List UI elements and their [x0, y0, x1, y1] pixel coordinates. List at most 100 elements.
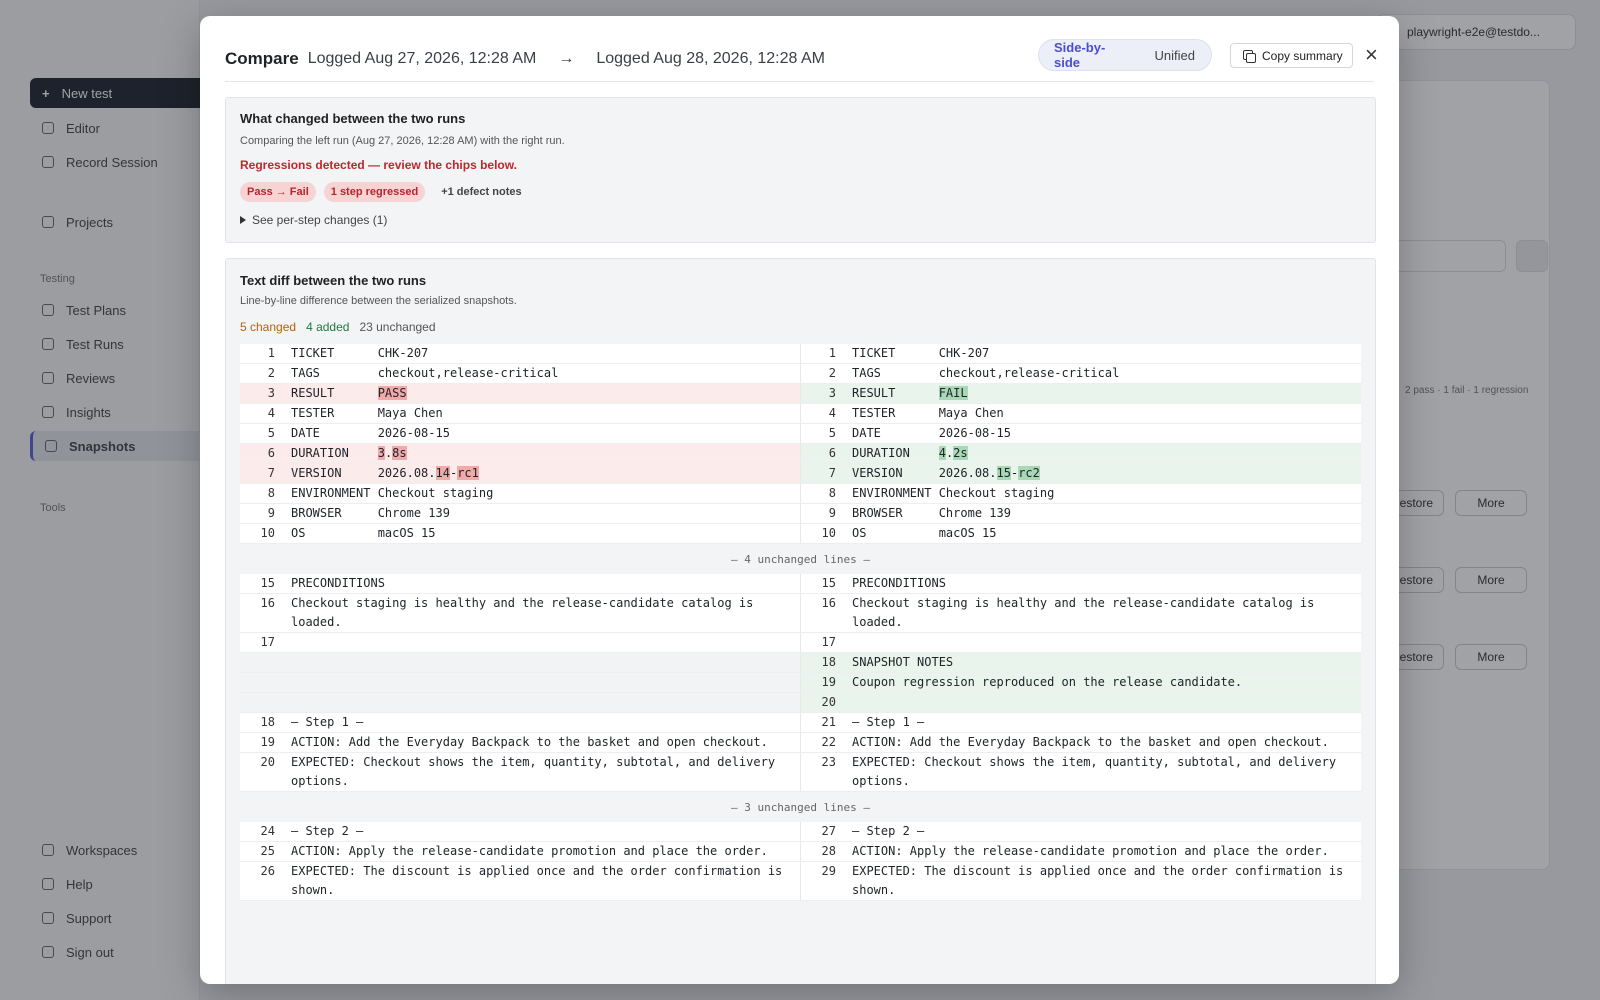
line-text: TICKET CHK-207	[852, 346, 990, 360]
left-diff-cell: 17	[240, 633, 800, 652]
line-text: — Step 1 —	[291, 715, 364, 729]
line-number: 27	[821, 824, 836, 838]
line-number: 3	[828, 386, 836, 400]
line-number: 8	[828, 486, 836, 500]
line-text: Coupon regression reproduced on the rele…	[852, 675, 1243, 689]
line-number: 19	[260, 735, 275, 749]
copy-summary-button[interactable]: Copy summary	[1230, 43, 1353, 68]
diff-row: 20	[240, 693, 1361, 713]
per-step-changes-toggle[interactable]: See per-step changes (1)	[240, 213, 1361, 227]
removed-token: 14	[435, 466, 450, 480]
line-number: 16	[821, 596, 836, 610]
line-number: 10	[260, 526, 275, 540]
line-text: — Step 2 —	[291, 824, 364, 838]
line-text: ACTION: Add the Everyday Backpack to the…	[291, 735, 768, 749]
collapsed-unchanged-lines[interactable]: — 3 unchanged lines —	[240, 792, 1361, 822]
diff-row: 15 PRECONDITIONS 15 PRECONDITIONS	[240, 574, 1361, 594]
right-diff-cell: 18 SNAPSHOT NOTES	[800, 653, 1361, 672]
diff-row: 4 TESTER Maya Chen 4 TESTER Maya Chen	[240, 404, 1361, 424]
line-number: 21	[821, 715, 836, 729]
diff-row: 18 SNAPSHOT NOTES	[240, 653, 1361, 673]
diff-subtitle: Line-by-line difference between the seri…	[240, 295, 517, 307]
line-number: 9	[828, 506, 836, 520]
right-diff-cell: 6 DURATION 4.2s	[800, 444, 1361, 463]
left-diff-cell: 18 — Step 1 —	[240, 713, 800, 732]
right-diff-cell: 29 EXPECTED: The discount is applied once…	[800, 862, 1361, 900]
right-diff-cell: 27 — Step 2 —	[800, 822, 1361, 841]
line-number: 25	[260, 844, 275, 858]
removed-token: 8s	[392, 446, 407, 460]
left-diff-cell: 24 — Step 2 —	[240, 822, 800, 841]
diff-row: 19 ACTION: Add the Everyday Backpack to t…	[240, 733, 1361, 753]
added-token: 4	[938, 446, 946, 460]
line-number: 7	[828, 466, 836, 480]
line-text: TAGS checkout,release-critical	[291, 366, 559, 380]
view-mode-toggle: Side-by-side Unified	[1038, 39, 1212, 71]
unified-option[interactable]: Unified	[1139, 48, 1211, 63]
line-text: OS macOS 15	[291, 526, 436, 540]
right-diff-cell: 17	[800, 633, 1361, 652]
diff-row: 20 EXPECTED: Checkout shows the item, qua…	[240, 753, 1361, 792]
line-text: — Step 2 —	[852, 824, 925, 838]
collapsed-unchanged-lines[interactable]: — 4 unchanged lines —	[240, 544, 1361, 574]
line-text: ENVIRONMENT Checkout staging	[852, 486, 1055, 500]
diff-hunk: 15 PRECONDITIONS 15 PRECONDITIONS 16 Checkout…	[240, 574, 1361, 792]
diff-stats: 5 changed 4 added 23 unchanged	[240, 320, 436, 334]
diff-row: 6 DURATION 3.8s 6 DURATION 4.2s	[240, 444, 1361, 464]
line-text: PRECONDITIONS	[852, 576, 946, 590]
side-by-side-option[interactable]: Side-by-side	[1039, 40, 1139, 70]
left-diff-cell	[240, 673, 800, 692]
defect-notes-chip: +1 defect notes	[441, 186, 522, 198]
diff-row: 5 DATE 2026-08-15 5 DATE 2026-08-15	[240, 424, 1361, 444]
right-diff-cell: 20	[800, 693, 1361, 712]
line-number: 29	[821, 864, 836, 878]
line-number: 2	[267, 366, 275, 380]
line-text: Checkout staging is healthy and the rele…	[852, 596, 1315, 629]
status-chip: Pass → Fail	[240, 182, 316, 202]
change-summary-panel: What changed between the two runs Compar…	[225, 97, 1376, 243]
left-diff-cell	[240, 653, 800, 672]
line-number: 22	[821, 735, 836, 749]
left-diff-cell: 4 TESTER Maya Chen	[240, 404, 800, 423]
regression-warning: Regressions detected — review the chips …	[240, 158, 517, 172]
diff-row: 26 EXPECTED: The discount is applied once…	[240, 862, 1361, 901]
line-number: 5	[267, 426, 275, 440]
line-number: 1	[828, 346, 836, 360]
right-diff-cell: 10 OS macOS 15	[800, 524, 1361, 543]
line-number: 4	[267, 406, 275, 420]
diff-row: 16 Checkout staging is healthy and the re…	[240, 594, 1361, 633]
line-text: RESULT PASS	[291, 386, 407, 400]
added-token: 2s	[953, 446, 968, 460]
diff-row: 19 Coupon regression reproduced on the re…	[240, 673, 1361, 693]
unchanged-count: 23 unchanged	[359, 320, 436, 334]
line-number: 18	[821, 655, 836, 669]
right-diff-cell: 7 VERSION 2026.08.15-rc2	[800, 464, 1361, 483]
line-number: 23	[821, 755, 836, 769]
diff-row: 2 TAGS checkout,release-critical 2 TAGS che…	[240, 364, 1361, 384]
copy-icon	[1243, 49, 1256, 63]
left-diff-cell	[240, 693, 800, 712]
right-diff-cell: 3 RESULT FAIL	[800, 384, 1361, 403]
line-number: 28	[821, 844, 836, 858]
diff-row: 17 17	[240, 633, 1361, 653]
left-diff-cell: 9 BROWSER Chrome 139	[240, 504, 800, 523]
right-diff-cell: 28 ACTION: Apply the release-candidate pr…	[800, 842, 1361, 861]
disclosure-triangle-icon	[240, 216, 246, 224]
line-text: DATE 2026-08-15	[852, 426, 1011, 440]
left-run-label: Logged Aug 27, 2026, 12:28 AM	[307, 49, 537, 67]
line-text: Checkout staging is healthy and the rele…	[291, 596, 754, 629]
left-diff-cell: 20 EXPECTED: Checkout shows the item, qua…	[240, 753, 800, 791]
right-diff-cell: 15 PRECONDITIONS	[800, 574, 1361, 593]
diff-row: 8 ENVIRONMENT Checkout staging 8 ENVIRONMEN…	[240, 484, 1361, 504]
line-number: 4	[828, 406, 836, 420]
line-text: DATE 2026-08-15	[291, 426, 450, 440]
line-text: EXPECTED: Checkout shows the item, quant…	[291, 755, 776, 788]
added-token: rc2	[1018, 466, 1040, 480]
right-diff-cell: 19 Coupon regression reproduced on the re…	[800, 673, 1361, 692]
line-text: DURATION 4.2s	[852, 446, 968, 460]
diff-row: 7 VERSION 2026.08.14-rc1 7 VERSION 2026.08.…	[240, 464, 1361, 484]
line-text: PRECONDITIONS	[291, 576, 385, 590]
close-icon[interactable]: ×	[1365, 41, 1378, 69]
line-text: TESTER Maya Chen	[852, 406, 1004, 420]
line-number: 17	[260, 635, 275, 649]
